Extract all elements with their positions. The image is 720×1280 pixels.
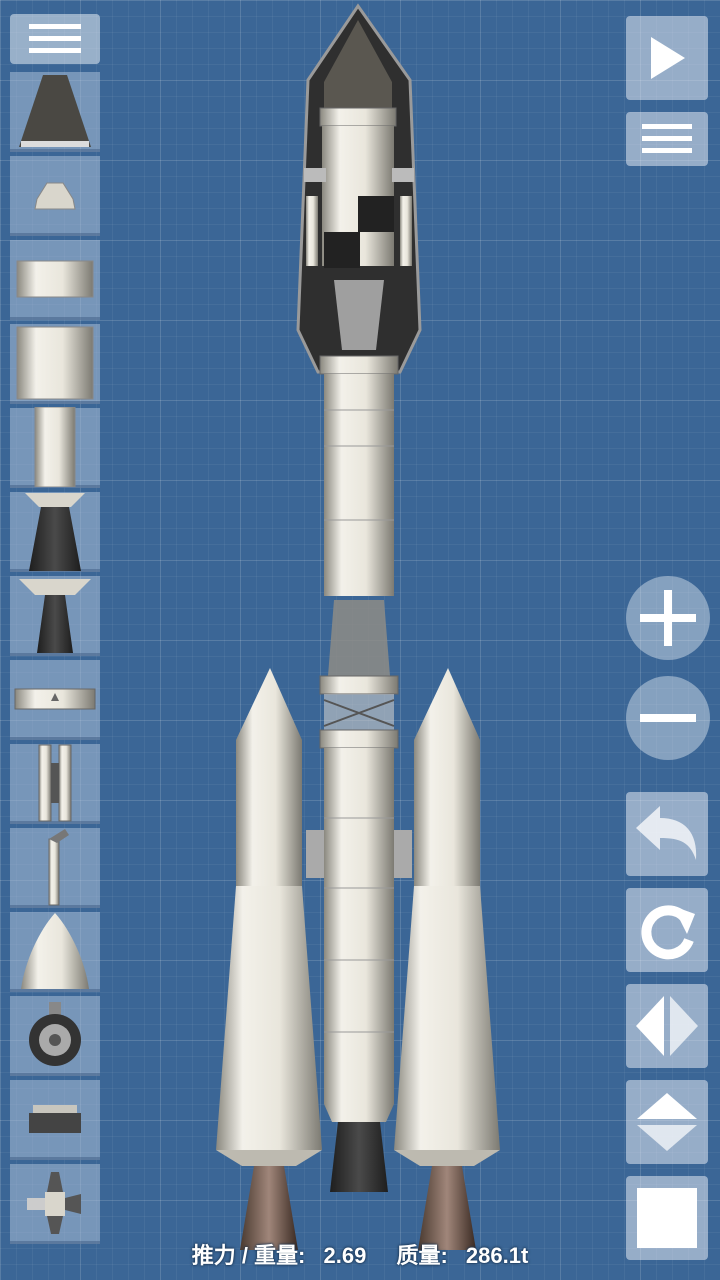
nose-cone-icon <box>21 912 89 989</box>
zoom-out-button[interactable] <box>626 676 710 760</box>
vehicle-stats: 推力 / 重量: 2.69 质量: 286.1t <box>0 1238 720 1274</box>
booster-left[interactable] <box>216 668 324 1250</box>
part-engine-titan[interactable] <box>10 492 100 572</box>
fuel-tank-short-icon <box>16 260 94 297</box>
wheel-icon <box>29 1001 81 1066</box>
rcs-icon <box>27 1171 81 1234</box>
hamburger-icon <box>642 124 692 153</box>
launch-button[interactable] <box>626 16 708 100</box>
part-rcs-thruster[interactable] <box>10 1164 100 1244</box>
undo-icon <box>636 806 697 860</box>
part-parachute[interactable] <box>10 828 100 908</box>
separator-icon <box>14 688 96 709</box>
undo-button[interactable] <box>626 792 708 876</box>
parts-panel <box>10 72 100 1264</box>
hamburger-icon <box>29 24 81 53</box>
docking-port-icon <box>29 1104 81 1133</box>
part-fuel-tank-tall[interactable] <box>10 406 100 488</box>
options-button[interactable] <box>626 112 708 166</box>
side-separator-icon <box>38 744 72 821</box>
flip-horizontal-button[interactable] <box>626 984 708 1068</box>
part-wheel[interactable] <box>10 996 100 1076</box>
zoom-in-button[interactable] <box>626 576 710 660</box>
fuel-tank-medium-icon <box>16 326 94 399</box>
part-engine-nozzle-large[interactable] <box>10 72 100 152</box>
engine-cone-icon <box>19 74 91 147</box>
part-engine-valiant[interactable] <box>10 576 100 656</box>
twr-value: 2.69 <box>323 1243 367 1268</box>
part-fuel-tank-medium[interactable] <box>10 324 100 404</box>
mass-value: 286.1t <box>465 1243 529 1268</box>
flip-vertical-icon <box>637 1093 697 1151</box>
part-nose-cone[interactable] <box>10 912 100 992</box>
engine-bell-icon <box>25 492 85 571</box>
parachute-icon <box>48 828 69 905</box>
redo-icon <box>641 905 695 960</box>
minus-icon <box>640 714 696 722</box>
part-docking-port[interactable] <box>10 1080 100 1160</box>
parts-menu-button[interactable] <box>10 14 100 64</box>
flip-vertical-button[interactable] <box>626 1080 708 1164</box>
part-separator[interactable] <box>10 660 100 740</box>
payload-fairing[interactable] <box>296 3 422 374</box>
plus-icon <box>640 590 696 646</box>
redo-button[interactable] <box>626 888 708 972</box>
flip-horizontal-icon <box>636 996 698 1056</box>
upper-stage[interactable] <box>319 355 399 749</box>
core-stage[interactable] <box>324 748 394 1192</box>
part-fuel-tank-short[interactable] <box>10 240 100 320</box>
engine-bell-small-icon <box>19 578 91 653</box>
part-side-separator[interactable] <box>10 744 100 824</box>
booster-right[interactable] <box>394 668 500 1250</box>
play-icon <box>651 37 685 79</box>
capsule-icon <box>34 182 76 209</box>
rocket-assembly[interactable] <box>0 0 720 1280</box>
fuel-tank-tall-icon <box>34 406 76 487</box>
mass-label: 质量: <box>396 1243 448 1268</box>
part-capsule-small[interactable] <box>10 156 100 236</box>
twr-label: 推力 / 重量: <box>191 1243 306 1268</box>
